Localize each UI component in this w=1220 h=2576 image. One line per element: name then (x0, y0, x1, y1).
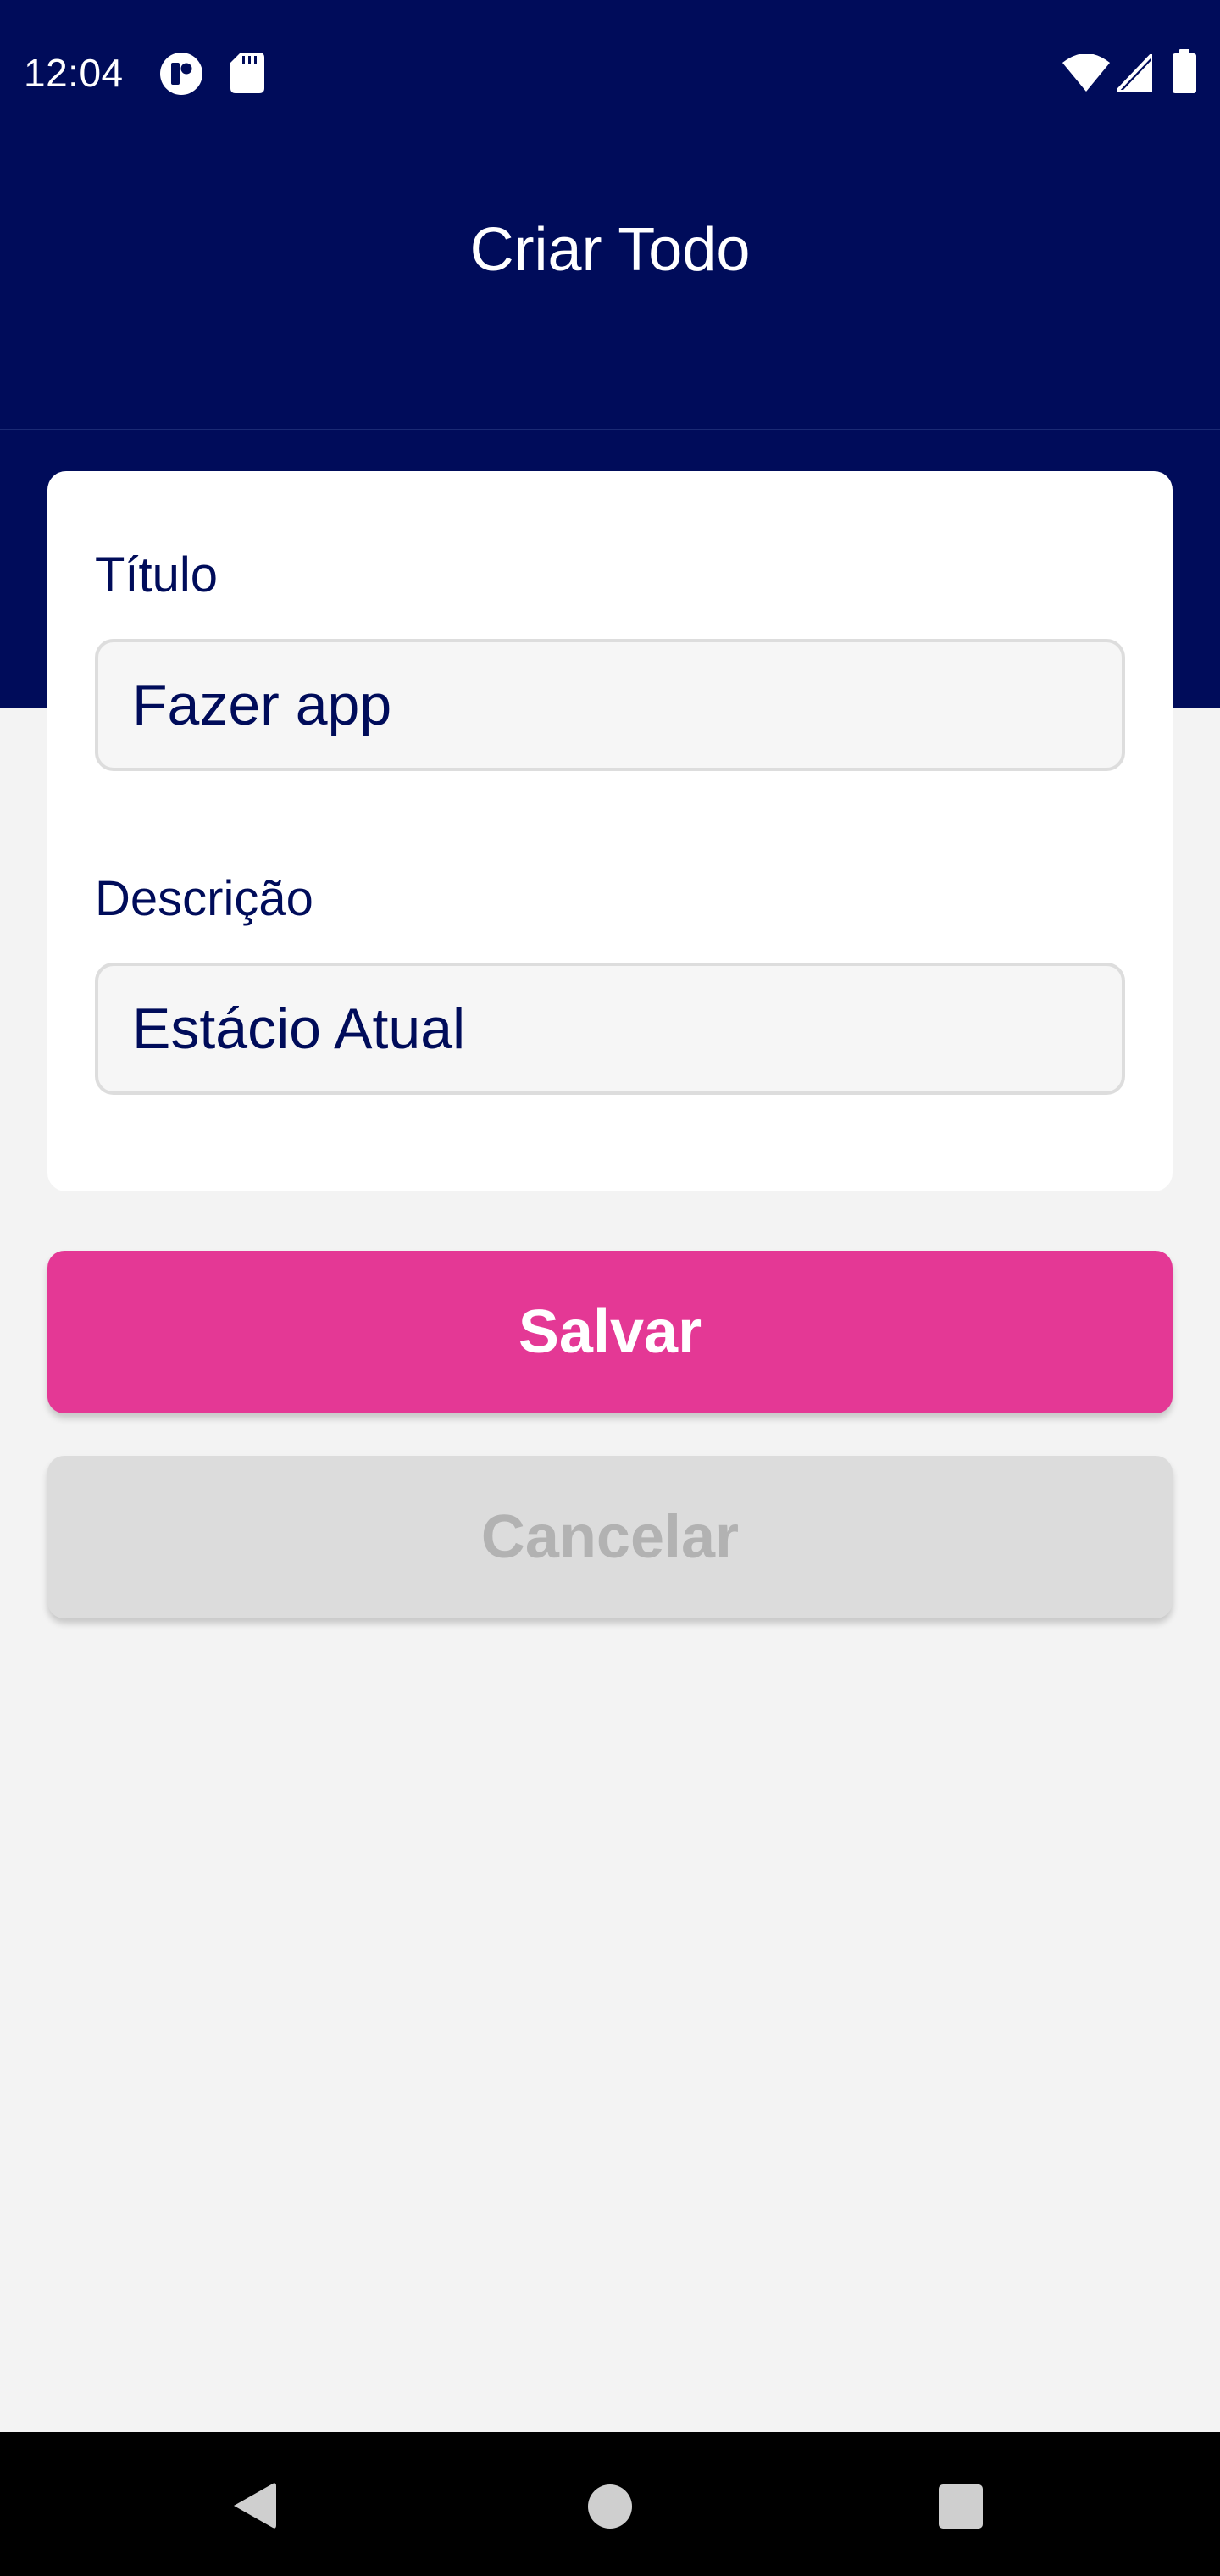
status-time: 12:04 (24, 51, 124, 95)
battery-icon (1173, 49, 1196, 93)
cell-signal-icon (1117, 54, 1152, 92)
navigation-bar (0, 2432, 1220, 2576)
wifi-icon (1062, 54, 1110, 92)
title-input[interactable] (95, 639, 1125, 771)
app-notification-icon (160, 53, 202, 95)
recents-icon[interactable] (937, 2483, 984, 2530)
sd-card-icon (230, 53, 264, 93)
title-label: Título (95, 547, 219, 602)
status-bar: 12:04 (0, 0, 1220, 144)
todo-form-card: Título Descrição (47, 471, 1173, 1191)
header-divider (0, 429, 1220, 430)
cancel-button[interactable]: Cancelar (47, 1456, 1173, 1618)
description-input[interactable] (95, 963, 1125, 1095)
save-button[interactable]: Salvar (47, 1251, 1173, 1413)
home-icon[interactable] (586, 2483, 634, 2530)
back-icon[interactable] (230, 2481, 276, 2530)
description-label: Descrição (95, 871, 313, 926)
page-title: Criar Todo (469, 216, 751, 284)
